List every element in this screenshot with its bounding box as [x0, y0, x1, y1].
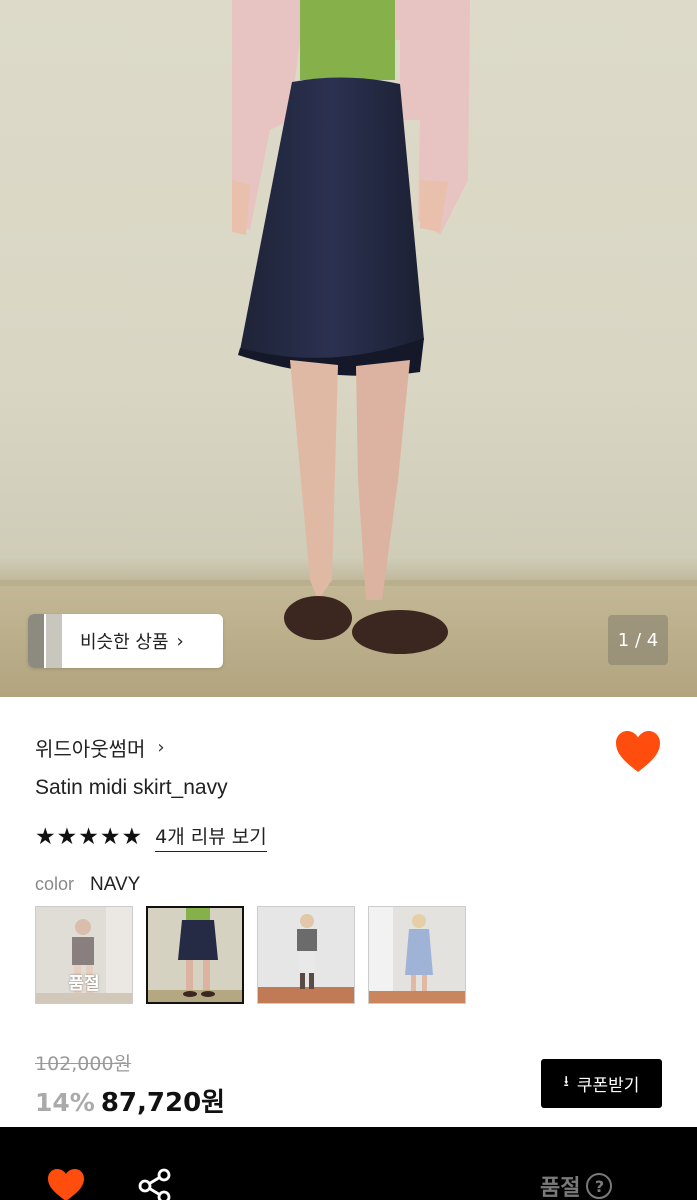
soldout-label: 품절	[68, 974, 100, 994]
color-swatch-3[interactable]	[257, 906, 355, 1004]
discount-rate: 14%	[35, 1088, 95, 1117]
star-icon: ★	[99, 823, 121, 850]
soldout-status: 품절 ?	[540, 1170, 613, 1200]
swatch-image	[258, 907, 354, 1003]
color-option-row: color NAVY	[35, 874, 140, 896]
original-price: 102,000원	[35, 1053, 132, 1075]
swatch-image	[369, 907, 465, 1003]
share-icon[interactable]	[138, 1168, 172, 1200]
similar-products-thumbnail	[28, 614, 62, 668]
color-swatch-2[interactable]	[146, 906, 244, 1004]
heart-icon[interactable]	[47, 1168, 85, 1200]
star-icon: ★	[35, 823, 56, 850]
swatch-image	[148, 908, 242, 1002]
color-swatch-1[interactable]: 품절	[35, 906, 133, 1004]
soldout-bottom-label: 품절	[540, 1176, 581, 1200]
view-reviews-link[interactable]: 4개 리뷰 보기	[155, 822, 267, 852]
get-coupon-button[interactable]: ⭳ 쿠폰받기	[541, 1059, 662, 1108]
sale-price: 87,720원	[100, 1088, 226, 1118]
star-icon: ★	[78, 823, 99, 850]
product-title: Satin midi skirt_navy	[35, 776, 228, 799]
price-row: 14% 87,720원	[35, 1082, 225, 1119]
similar-products-label: 비슷한 상품	[80, 632, 169, 653]
help-icon[interactable]: ?	[586, 1173, 613, 1199]
rating-row: ★ ★ ★ ★ ★ 4개 리뷰 보기	[35, 822, 267, 852]
image-counter: 1 / 4	[608, 615, 668, 665]
wishlist-heart-icon[interactable]	[615, 730, 661, 774]
brand-link[interactable]: 위드아웃썸머 ›	[35, 733, 165, 762]
similar-products-button[interactable]: 비슷한 상품 ›	[28, 614, 223, 668]
chevron-right-icon: ›	[157, 737, 165, 758]
product-image-gallery[interactable]: 비슷한 상품 › 1 / 4	[0, 0, 697, 697]
chevron-right-icon: ›	[176, 630, 184, 652]
color-label: color	[35, 874, 75, 894]
star-icon: ★	[121, 823, 143, 850]
color-swatch-4[interactable]	[368, 906, 466, 1004]
star-icon: ★	[56, 823, 78, 850]
coupon-button-label: 쿠폰받기	[576, 1076, 640, 1096]
selected-color-value: NAVY	[90, 874, 141, 895]
download-icon: ⭳	[563, 1072, 569, 1090]
product-photo	[0, 0, 697, 697]
brand-name: 위드아웃썸머	[35, 737, 146, 761]
